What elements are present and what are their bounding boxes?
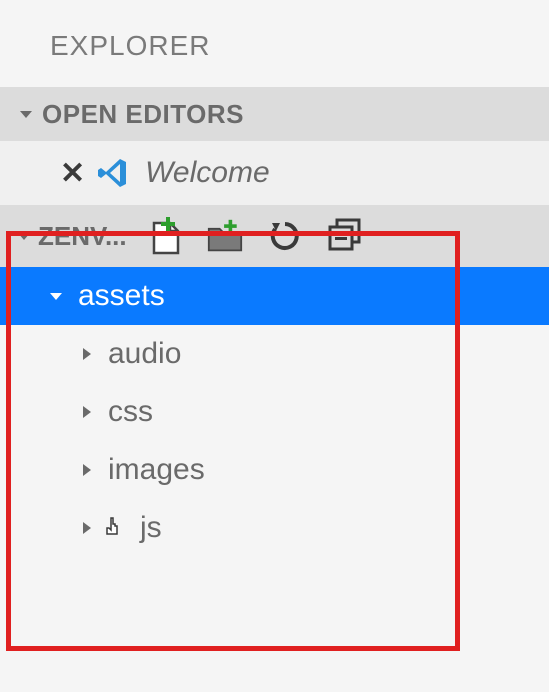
folder-label: assets xyxy=(78,279,165,313)
chevron-down-icon xyxy=(48,288,64,304)
close-icon[interactable]: ✕ xyxy=(60,156,85,191)
chevron-right-icon xyxy=(80,346,94,362)
tree-folder-assets[interactable]: assets xyxy=(0,267,549,325)
tree-folder-css[interactable]: css xyxy=(0,383,549,441)
chevron-right-icon xyxy=(80,520,94,536)
folder-label: images xyxy=(108,453,205,487)
editor-tab-label: Welcome xyxy=(145,156,269,190)
project-toolbar xyxy=(147,218,363,254)
folder-label: js xyxy=(140,511,162,545)
chevron-right-icon xyxy=(80,462,94,478)
refresh-icon[interactable] xyxy=(267,218,303,254)
vscode-logo-icon xyxy=(95,155,131,191)
chevron-down-icon xyxy=(16,228,32,244)
tree-folder-js[interactable]: js xyxy=(0,499,549,557)
cursor-pointer-icon xyxy=(102,516,126,540)
tree-folder-images[interactable]: images xyxy=(0,441,549,499)
chevron-right-icon xyxy=(80,404,94,420)
project-name-label: ZENV... xyxy=(38,221,127,252)
collapse-all-icon[interactable] xyxy=(327,218,363,254)
new-folder-icon[interactable] xyxy=(207,218,243,254)
explorer-panel-title: EXPLORER xyxy=(0,0,549,87)
project-header[interactable]: ZENV... xyxy=(0,205,549,267)
folder-label: css xyxy=(108,395,153,429)
open-editor-item[interactable]: ✕ Welcome xyxy=(0,141,549,205)
folder-label: audio xyxy=(108,337,181,371)
chevron-down-icon xyxy=(18,106,34,122)
open-editors-label: OPEN EDITORS xyxy=(42,99,244,130)
tree-folder-audio[interactable]: audio xyxy=(0,325,549,383)
open-editors-header[interactable]: OPEN EDITORS xyxy=(0,87,549,141)
new-file-icon[interactable] xyxy=(147,218,183,254)
